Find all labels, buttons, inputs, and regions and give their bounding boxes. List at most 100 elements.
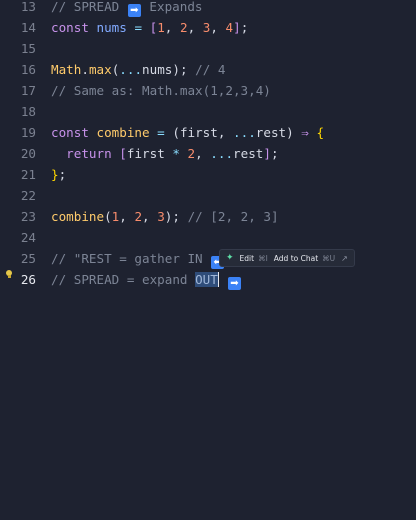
code-token: }: [51, 167, 59, 182]
code-token: ⇒: [293, 125, 317, 140]
code-token: 2: [187, 146, 196, 161]
sparkle-icon: ✦: [226, 253, 234, 263]
code-token: ...: [119, 62, 143, 77]
code-token: const: [51, 20, 89, 35]
edit-button[interactable]: Edit ⌘I: [240, 254, 268, 263]
code-token: combine: [96, 125, 150, 140]
line-number: 24: [20, 230, 36, 245]
line-number: 13: [20, 0, 36, 14]
line-code: };: [51, 164, 66, 185]
code-line[interactable]: 22: [0, 185, 416, 206]
code-token: [: [119, 146, 127, 161]
right-arrow-emoji-icon: ➡: [127, 4, 141, 17]
line-number: 23: [20, 209, 36, 224]
line-code: const combine = (first, ...rest) ⇒ {: [51, 122, 324, 143]
code-token: 1: [157, 20, 165, 35]
code-line[interactable]: 26// SPREAD = expand OUT ➡: [0, 269, 416, 290]
code-token: ;: [179, 62, 196, 77]
code-token: rest: [233, 146, 264, 161]
code-token: return: [66, 146, 112, 161]
line-number: 19: [20, 125, 36, 140]
code-token: (: [104, 209, 112, 224]
code-token: max: [88, 62, 112, 77]
code-token: 2: [179, 20, 188, 35]
line-number: 25: [20, 251, 36, 266]
code-token: // 4: [195, 62, 226, 77]
code-line[interactable]: 14 const nums = [1, 2, 3, 4];: [0, 17, 416, 38]
code-token: =: [149, 125, 173, 140]
add-to-chat-shortcut: ⌘U: [322, 253, 336, 263]
line-code: // Same as: Math.max(1,2,3,4): [51, 80, 271, 101]
line-number: 21: [20, 167, 36, 182]
line-number: 16: [20, 62, 36, 77]
code-token: {: [316, 125, 325, 140]
code-token: 3: [157, 209, 165, 224]
code-token: ,: [142, 209, 158, 224]
code-token: ;: [270, 146, 279, 161]
code-token: *: [164, 146, 188, 161]
code-line[interactable]: 20 return [first * 2, ...rest];: [0, 143, 416, 164]
code-line[interactable]: 19 const combine = (first, ...rest) ⇒ {: [0, 122, 416, 143]
code-token: const: [51, 125, 89, 140]
code-token: rest: [255, 125, 287, 140]
code-token: // SPREAD: [51, 0, 127, 14]
code-line[interactable]: 15: [0, 38, 416, 59]
code-token: // [2, 2, 3]: [187, 209, 279, 224]
code-token: (: [172, 125, 180, 140]
code-token: ;: [58, 167, 67, 182]
line-code: const nums = [1, 2, 3, 4];: [51, 17, 248, 38]
code-line[interactable]: 23 combine(1, 2, 3); // [2, 2, 3]: [0, 206, 416, 227]
line-code: // SPREAD = expand OUT ➡: [51, 269, 242, 290]
code-token: Math: [51, 62, 82, 77]
code-token: nums: [96, 20, 127, 35]
code-token: ...: [233, 125, 256, 140]
code-token: ]: [233, 20, 241, 35]
line-number: 18: [20, 104, 36, 119]
line-number: 14: [20, 20, 36, 35]
code-token: ,: [187, 20, 203, 35]
code-token: first: [179, 125, 218, 140]
code-token: ,: [119, 209, 135, 224]
code-token: .: [81, 62, 89, 77]
line-number: 17: [20, 83, 36, 98]
code-token: ,: [195, 146, 211, 161]
code-token: ;: [240, 20, 249, 35]
close-icon[interactable]: ↗: [341, 254, 348, 263]
code-token: ;: [172, 209, 188, 224]
line-code: Math.max(...nums); // 4: [51, 59, 225, 80]
code-token: =: [126, 20, 150, 35]
code-line[interactable]: 17 // Same as: Math.max(1,2,3,4): [0, 80, 416, 101]
code-token: // Same as: Math.max(1,2,3,4): [51, 83, 271, 98]
code-token: ...: [210, 146, 234, 161]
code-token: ): [286, 125, 294, 140]
edit-label: Edit: [239, 253, 255, 263]
code-token: combine: [51, 209, 105, 224]
code-token: Expands: [141, 0, 203, 14]
lightbulb-icon[interactable]: [6, 270, 12, 278]
selected-text: OUT: [195, 272, 218, 287]
code-token: ): [172, 62, 180, 77]
add-to-chat-label: Add to Chat: [273, 253, 319, 263]
line-code: // SPREAD ➡ Expands: [51, 0, 203, 17]
code-token: ,: [210, 20, 226, 35]
inline-ai-toolbar: ✦ Edit ⌘I Add to Chat ⌘U ↗: [219, 249, 355, 267]
code-line[interactable]: 21};: [0, 164, 416, 185]
code-token: // SPREAD = expand: [51, 272, 196, 287]
code-token: ,: [164, 20, 180, 35]
right-arrow-emoji-icon: ➡: [227, 277, 241, 290]
line-code: // "REST = gather IN ⬅: [51, 248, 225, 269]
line-number: 22: [20, 188, 36, 203]
code-token: 2: [134, 209, 143, 224]
line-number: 20: [20, 146, 36, 161]
code-line[interactable]: 16 Math.max(...nums); // 4: [0, 59, 416, 80]
code-line[interactable]: 24: [0, 227, 416, 248]
code-line[interactable]: 18: [0, 101, 416, 122]
edit-shortcut: ⌘I: [258, 253, 268, 263]
add-to-chat-button[interactable]: Add to Chat ⌘U: [274, 254, 335, 263]
code-line[interactable]: 13 // SPREAD ➡ Expands: [0, 0, 416, 17]
line-code: return [first * 2, ...rest];: [51, 143, 279, 164]
